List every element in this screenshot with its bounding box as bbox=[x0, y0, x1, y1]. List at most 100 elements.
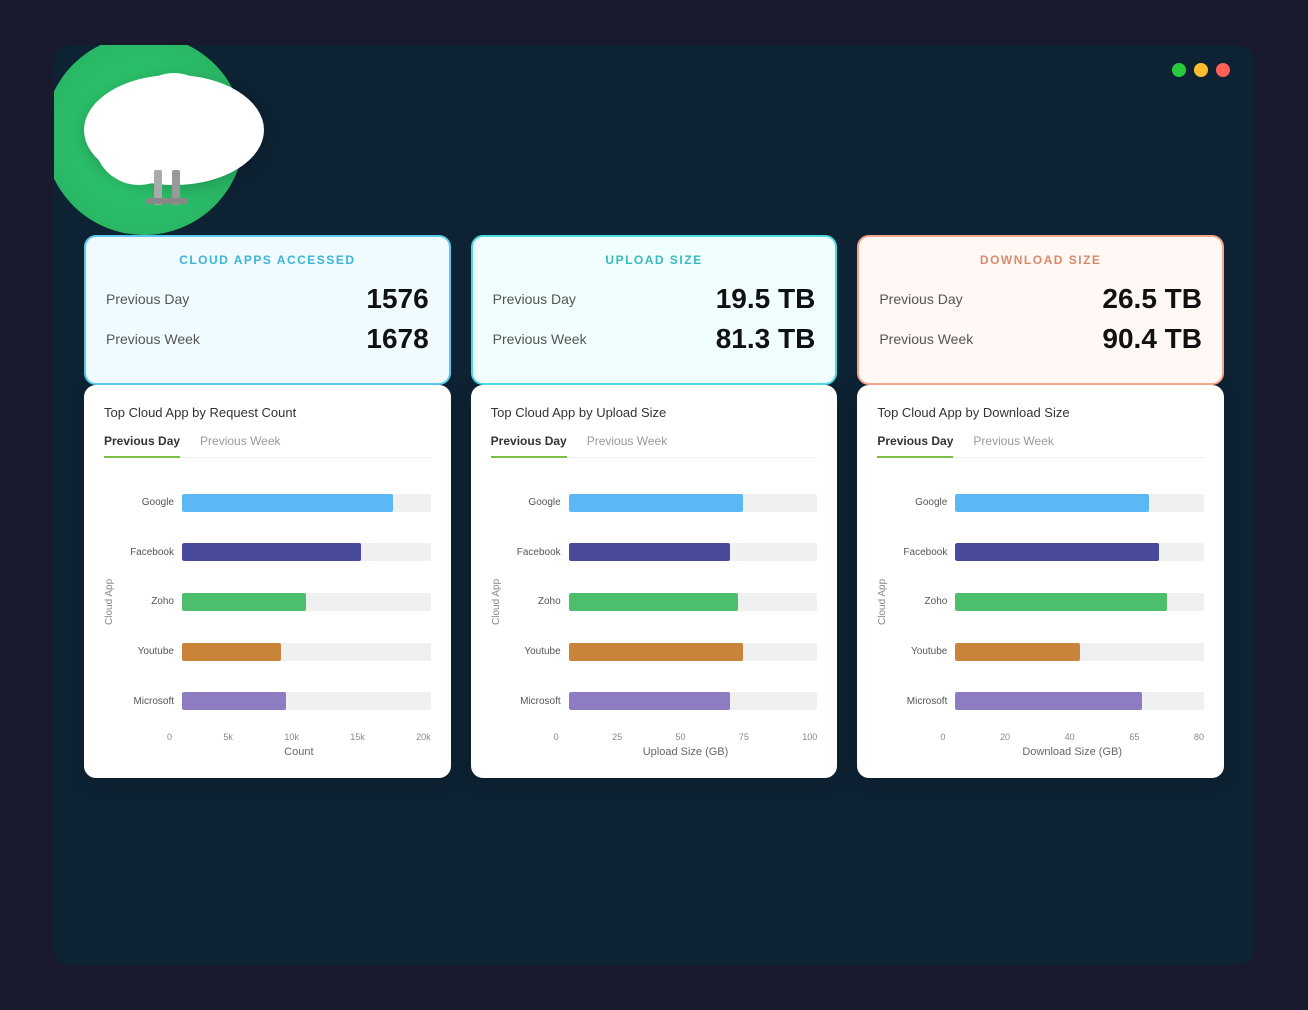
bar-fill-request-count-1 bbox=[182, 543, 361, 561]
bar-track-download-size-chart-4 bbox=[955, 692, 1204, 710]
stat-row-upload-size-1: Previous Week 81.3 TB bbox=[493, 323, 816, 355]
stat-label-upload-size-1: Previous Week bbox=[493, 331, 587, 347]
stat-row-cloud-apps-1: Previous Week 1678 bbox=[106, 323, 429, 355]
x-label-upload-size-chart: Upload Size (GB) bbox=[554, 746, 818, 758]
bar-track-download-size-chart-3 bbox=[955, 643, 1204, 661]
bar-fill-upload-size-chart-0 bbox=[569, 494, 743, 512]
bar-name-upload-size-chart-0: Google bbox=[506, 497, 561, 508]
y-label-request-count: Cloud App bbox=[104, 478, 115, 726]
x-tick-upload-size-chart-1: 25 bbox=[612, 732, 622, 742]
stat-row-download-size-0: Previous Day 26.5 TB bbox=[879, 283, 1202, 315]
bar-fill-download-size-chart-1 bbox=[955, 543, 1159, 561]
window-controls bbox=[1172, 63, 1230, 77]
charts-row: Top Cloud App by Request Count Previous D… bbox=[84, 355, 1224, 778]
x-tick-download-size-chart-0: 0 bbox=[940, 732, 945, 742]
chart-tab-download-size-chart-0[interactable]: Previous Day bbox=[877, 434, 953, 458]
x-tick-upload-size-chart-2: 50 bbox=[675, 732, 685, 742]
bar-name-request-count-3: Youtube bbox=[119, 646, 174, 657]
x-tick-request-count-2: 10k bbox=[284, 732, 299, 742]
bar-row-request-count-4: Microsoft bbox=[119, 692, 431, 710]
x-axis-upload-size-chart: 0255075100 bbox=[554, 726, 818, 742]
stat-value-download-size-1: 90.4 TB bbox=[1102, 323, 1202, 355]
yellow-button[interactable] bbox=[1194, 63, 1208, 77]
bar-track-upload-size-chart-2 bbox=[569, 593, 818, 611]
bar-track-upload-size-chart-0 bbox=[569, 494, 818, 512]
stat-value-cloud-apps-1: 1678 bbox=[366, 323, 428, 355]
bar-name-download-size-chart-1: Facebook bbox=[892, 547, 947, 558]
x-tick-download-size-chart-1: 20 bbox=[1000, 732, 1010, 742]
bar-fill-request-count-2 bbox=[182, 593, 306, 611]
stat-label-download-size-1: Previous Week bbox=[879, 331, 973, 347]
bar-row-request-count-0: Google bbox=[119, 494, 431, 512]
bar-row-upload-size-chart-2: Zoho bbox=[506, 593, 818, 611]
stat-label-cloud-apps-0: Previous Day bbox=[106, 291, 189, 307]
stat-value-upload-size-1: 81.3 TB bbox=[716, 323, 816, 355]
bar-fill-upload-size-chart-3 bbox=[569, 643, 743, 661]
x-label-download-size-chart: Download Size (GB) bbox=[940, 746, 1204, 758]
chart-title-upload-size-chart: Top Cloud App by Upload Size bbox=[491, 405, 818, 420]
chart-card-upload-size-chart: Top Cloud App by Upload Size Previous Day… bbox=[471, 385, 838, 778]
bar-track-upload-size-chart-3 bbox=[569, 643, 818, 661]
stat-row-cloud-apps-0: Previous Day1576 bbox=[106, 283, 429, 315]
main-window: CLOUD APPS ACCESSEDPrevious Day1576Previ… bbox=[54, 45, 1254, 965]
stat-label-upload-size-0: Previous Day bbox=[493, 291, 576, 307]
bar-track-download-size-chart-0 bbox=[955, 494, 1204, 512]
chart-title-download-size-chart: Top Cloud App by Download Size bbox=[877, 405, 1204, 420]
stat-card-upload-size: UPLOAD SIZEPrevious Day19.5 TBPrevious W… bbox=[471, 235, 838, 385]
bar-name-download-size-chart-4: Microsoft bbox=[892, 696, 947, 707]
bar-name-download-size-chart-3: Youtube bbox=[892, 646, 947, 657]
bar-track-request-count-3 bbox=[182, 643, 431, 661]
chart-tab-upload-size-chart-1[interactable]: Previous Week bbox=[587, 434, 667, 457]
chart-card-download-size-chart: Top Cloud App by Download Size Previous D… bbox=[857, 385, 1224, 778]
x-tick-request-count-4: 20k bbox=[416, 732, 431, 742]
x-tick-request-count-1: 5k bbox=[223, 732, 233, 742]
stat-card-download-size: DOWNLOAD SIZEPrevious Day26.5 TBPrevious… bbox=[857, 235, 1224, 385]
chart-tab-request-count-1[interactable]: Previous Week bbox=[200, 434, 280, 457]
x-tick-download-size-chart-4: 80 bbox=[1194, 732, 1204, 742]
bar-track-request-count-2 bbox=[182, 593, 431, 611]
chart-tab-download-size-chart-1[interactable]: Previous Week bbox=[973, 434, 1053, 457]
bar-track-request-count-1 bbox=[182, 543, 431, 561]
bar-track-request-count-4 bbox=[182, 692, 431, 710]
chart-tab-request-count-0[interactable]: Previous Day bbox=[104, 434, 180, 458]
bar-row-upload-size-chart-1: Facebook bbox=[506, 543, 818, 561]
bar-name-request-count-2: Zoho bbox=[119, 596, 174, 607]
bar-row-request-count-3: Youtube bbox=[119, 643, 431, 661]
bar-row-upload-size-chart-4: Microsoft bbox=[506, 692, 818, 710]
bar-fill-upload-size-chart-1 bbox=[569, 543, 731, 561]
bar-row-upload-size-chart-0: Google bbox=[506, 494, 818, 512]
stat-row-upload-size-0: Previous Day 19.5 TB bbox=[493, 283, 816, 315]
x-tick-download-size-chart-3: 65 bbox=[1129, 732, 1139, 742]
bar-chart-download-size-chart: Cloud AppGoogleFacebookZohoYoutubeMicros… bbox=[877, 478, 1204, 758]
chart-title-request-count: Top Cloud App by Request Count bbox=[104, 405, 431, 420]
stat-value-upload-size-0: 19.5 TB bbox=[716, 283, 816, 315]
chart-tabs-upload-size-chart: Previous Day Previous Week bbox=[491, 434, 818, 458]
stat-label-cloud-apps-1: Previous Week bbox=[106, 331, 200, 347]
bar-fill-upload-size-chart-4 bbox=[569, 692, 731, 710]
bar-fill-upload-size-chart-2 bbox=[569, 593, 738, 611]
bar-track-download-size-chart-2 bbox=[955, 593, 1204, 611]
x-tick-request-count-3: 15k bbox=[350, 732, 365, 742]
chart-tab-upload-size-chart-0[interactable]: Previous Day bbox=[491, 434, 567, 458]
bar-fill-download-size-chart-3 bbox=[955, 643, 1079, 661]
bar-name-request-count-4: Microsoft bbox=[119, 696, 174, 707]
stat-value-download-size-0: 26.5 TB bbox=[1102, 283, 1202, 315]
stat-title-download-size: DOWNLOAD SIZE bbox=[879, 253, 1202, 267]
bar-row-download-size-chart-4: Microsoft bbox=[892, 692, 1204, 710]
bar-fill-request-count-0 bbox=[182, 494, 393, 512]
bar-row-download-size-chart-3: Youtube bbox=[892, 643, 1204, 661]
bar-track-request-count-0 bbox=[182, 494, 431, 512]
bar-fill-download-size-chart-4 bbox=[955, 692, 1142, 710]
bar-fill-download-size-chart-0 bbox=[955, 494, 1149, 512]
red-button[interactable] bbox=[1216, 63, 1230, 77]
bar-chart-request-count: Cloud AppGoogleFacebookZohoYoutubeMicros… bbox=[104, 478, 431, 758]
cloud-illustration bbox=[54, 45, 324, 275]
y-label-upload-size-chart: Cloud App bbox=[491, 478, 502, 726]
bar-fill-request-count-3 bbox=[182, 643, 281, 661]
bar-name-request-count-0: Google bbox=[119, 497, 174, 508]
bar-name-upload-size-chart-1: Facebook bbox=[506, 547, 561, 558]
bar-fill-request-count-4 bbox=[182, 692, 286, 710]
green-button[interactable] bbox=[1172, 63, 1186, 77]
x-tick-upload-size-chart-0: 0 bbox=[554, 732, 559, 742]
stat-label-download-size-0: Previous Day bbox=[879, 291, 962, 307]
